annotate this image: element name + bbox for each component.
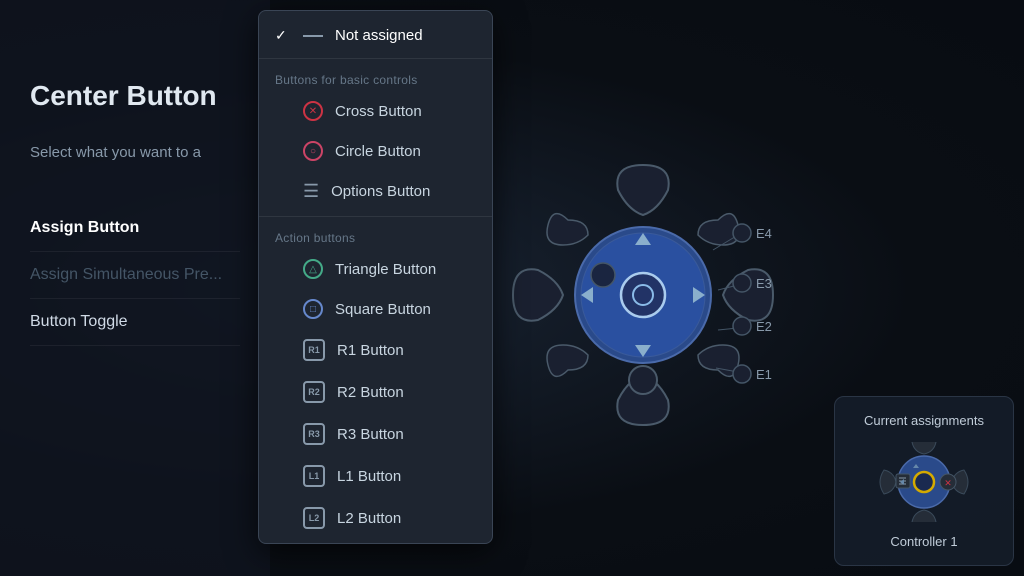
page-title: Center Button bbox=[30, 80, 240, 112]
r2-badge: R2 bbox=[303, 381, 325, 403]
assignment-dropdown: ✓ Not assigned Buttons for basic control… bbox=[258, 10, 493, 544]
dropdown-item-options[interactable]: ☰ Options Button bbox=[259, 171, 492, 212]
svg-text:E2: E2 bbox=[756, 319, 772, 334]
dropdown-item-r2[interactable]: R2 R2 Button bbox=[259, 371, 492, 413]
mini-controller-view: ✕ bbox=[851, 442, 997, 522]
dropdown-item-circle[interactable]: ○ Circle Button bbox=[259, 131, 492, 171]
dropdown-item-l1[interactable]: L1 L1 Button bbox=[259, 455, 492, 497]
svg-text:✕: ✕ bbox=[944, 478, 952, 488]
dropdown-item-r1[interactable]: R1 R1 Button bbox=[259, 329, 492, 371]
section-label-action: Action buttons bbox=[259, 221, 492, 249]
square-icon: □ bbox=[303, 299, 323, 319]
svg-text:E1: E1 bbox=[756, 367, 772, 382]
menu-item-button-toggle[interactable]: Button Toggle bbox=[30, 299, 240, 346]
dropdown-item-cross[interactable]: ✕ Cross Button bbox=[259, 91, 492, 131]
divider-1 bbox=[259, 58, 492, 59]
l1-badge: L1 bbox=[303, 465, 325, 487]
controller-svg: E4 E3 E2 E1 bbox=[498, 150, 788, 440]
select-hint: Select what you want to a bbox=[30, 142, 240, 165]
cross-icon: ✕ bbox=[303, 101, 323, 121]
dropdown-scroll[interactable]: ✓ Not assigned Buttons for basic control… bbox=[259, 17, 492, 537]
dropdown-item-triangle[interactable]: △ Triangle Button bbox=[259, 249, 492, 289]
svg-text:E3: E3 bbox=[756, 276, 772, 291]
menu-item-assign-simultaneous: Assign Simultaneous Pre... bbox=[30, 252, 240, 299]
assignments-panel: Current assignments ✕ bbox=[834, 396, 1014, 566]
left-panel: Center Button Select what you want to a … bbox=[0, 0, 270, 576]
dropdown-item-r3[interactable]: R3 R3 Button bbox=[259, 413, 492, 455]
section-label-basic: Buttons for basic controls bbox=[259, 63, 492, 91]
menu-item-assign-button[interactable]: Assign Button bbox=[30, 205, 240, 252]
checkmark-icon: ✓ bbox=[275, 27, 291, 44]
dropdown-item-not-assigned[interactable]: ✓ Not assigned bbox=[259, 17, 492, 54]
circle-icon: ○ bbox=[303, 141, 323, 161]
r1-badge: R1 bbox=[303, 339, 325, 361]
dropdown-item-square[interactable]: □ Square Button bbox=[259, 289, 492, 329]
triangle-icon: △ bbox=[303, 259, 323, 279]
r3-badge: R3 bbox=[303, 423, 325, 445]
mini-controller-svg: ✕ bbox=[854, 442, 994, 522]
svg-text:E4: E4 bbox=[756, 226, 772, 241]
dropdown-item-l2[interactable]: L2 L2 Button bbox=[259, 497, 492, 537]
controller-label: Controller 1 bbox=[851, 534, 997, 549]
assignments-title: Current assignments bbox=[851, 413, 997, 428]
divider-2 bbox=[259, 216, 492, 217]
l2-badge: L2 bbox=[303, 507, 325, 529]
dash-icon bbox=[303, 35, 323, 37]
options-icon: ☰ bbox=[303, 181, 319, 202]
controller-diagram: E4 E3 E2 E1 bbox=[498, 150, 788, 440]
